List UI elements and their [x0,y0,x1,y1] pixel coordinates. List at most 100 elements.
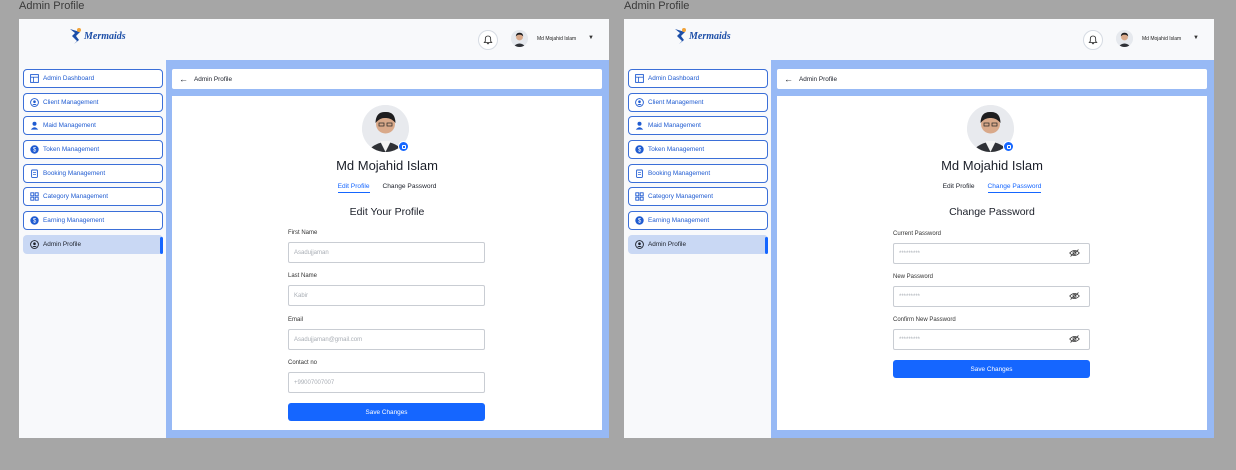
sidebar-item-client-management[interactable]: Client Management [628,92,768,112]
user-icon [635,121,644,130]
confirm-password-field[interactable]: ********* [893,329,1090,350]
top-bar: Mermaids Md Mojahid Islam ▼ [624,19,1214,60]
password-mask: ********* [899,250,921,257]
sidebar-item-label: Token Management [648,146,705,154]
last-name-field[interactable]: Kabir [288,285,485,306]
admin-icon [635,239,644,249]
main-content: ← Admin Profile Md Mojahid Islam Edit Pr… [771,60,1214,438]
frame-title: Admin Profile [19,0,85,12]
camera-icon[interactable] [398,141,409,152]
last-name-label: Last Name [288,273,318,279]
sidebar-item-label: Booking Management [43,169,106,177]
notification-bell-button[interactable] [1083,30,1103,50]
sidebar-item-category-management[interactable]: Category Management [628,187,768,207]
user-name: Md Mojahid Islam [1142,36,1182,42]
profile-card: Md Mojahid Islam Edit Profile Change Pas… [777,96,1207,430]
clipboard-icon [635,169,644,178]
sidebar-item-admin-profile[interactable]: Admin Profile [628,234,768,254]
top-bar: Mermaids Md Mojahid Islam ▼ [19,19,609,60]
notification-bell-button[interactable] [478,30,498,50]
sidebar-item-booking-management[interactable]: Booking Management [628,163,768,183]
sidebar-item-maid-management[interactable]: Maid Management [23,116,163,136]
contact-field[interactable]: +99007007007 [288,372,485,393]
user-icon [30,121,39,130]
mermaid-logo-icon [67,27,83,45]
chevron-down-icon[interactable]: ▼ [1193,35,1199,41]
logo[interactable]: Mermaids [672,26,731,46]
back-arrow-icon[interactable]: ← [784,74,793,84]
sidebar-item-booking-management[interactable]: Booking Management [23,163,163,183]
clipboard-icon [30,169,39,178]
camera-icon[interactable] [1003,141,1014,152]
sidebar-item-earning-management[interactable]: $ Earning Management [628,211,768,231]
bell-icon [1088,35,1098,45]
email-field[interactable]: Asadujjaman@gmail.com [288,329,485,350]
sidebar-item-label: Maid Management [648,122,701,130]
tab-edit-profile[interactable]: Edit Profile [337,183,370,193]
dollar-icon: $ [30,216,39,225]
sidebar: Admin Dashboard Client Management Maid M… [23,69,163,259]
avatar[interactable] [1116,30,1133,47]
profile-name: Md Mojahid Islam [336,158,438,173]
sidebar-item-label: Maid Management [43,122,96,130]
user-name: Md Mojahid Islam [537,36,577,42]
sidebar-item-label: Client Management [43,98,99,106]
edit-profile-frame: Mermaids Md Mojahid Islam ▼ Admin Dashbo… [19,19,609,438]
sidebar-item-maid-management[interactable]: Maid Management [628,116,768,136]
sidebar-item-label: Booking Management [648,169,711,177]
sidebar-item-label: Admin Profile [648,240,687,248]
tab-change-password[interactable]: Change Password [987,183,1042,193]
sidebar-item-admin-dashboard[interactable]: Admin Dashboard [23,69,163,88]
confirm-password-label: Confirm New Password [893,317,956,323]
dollar-icon: $ [30,145,39,154]
profile-tabs: Edit Profile Change Password [172,183,602,193]
breadcrumb: ← Admin Profile [172,69,602,89]
grid-icon [635,192,644,202]
back-arrow-icon[interactable]: ← [179,74,188,84]
contact-label: Contact no [288,360,318,366]
user-circle-icon [635,97,644,107]
profile-name: Md Mojahid Islam [941,158,1043,173]
avatar[interactable] [511,30,528,47]
logo[interactable]: Mermaids [67,26,126,46]
logo-text: Mermaids [84,30,126,42]
section-title: Change Password [949,206,1035,218]
new-password-field[interactable]: ********* [893,286,1090,307]
main-content: ← Admin Profile Md Mojahid Islam Edit Pr… [166,60,609,438]
sidebar-item-token-management[interactable]: $ Token Management [23,140,163,160]
breadcrumb-label: Admin Profile [799,75,838,83]
tab-change-password[interactable]: Change Password [383,183,437,193]
sidebar-item-label: Earning Management [43,217,105,225]
save-changes-button[interactable]: Save Changes [893,360,1090,378]
dollar-icon: $ [635,216,644,225]
sidebar-item-label: Client Management [648,98,704,106]
password-mask: ********* [899,293,921,300]
sidebar-item-client-management[interactable]: Client Management [23,92,163,112]
sidebar-item-earning-management[interactable]: $ Earning Management [23,211,163,231]
eye-off-icon[interactable] [1069,249,1080,259]
sidebar-item-admin-profile[interactable]: Admin Profile [23,234,163,254]
chevron-down-icon[interactable]: ▼ [588,35,594,41]
mermaid-logo-icon [672,27,688,45]
sidebar-item-category-management[interactable]: Category Management [23,187,163,207]
user-circle-icon [30,97,39,107]
eye-off-icon[interactable] [1069,292,1080,302]
current-password-field[interactable]: ********* [893,243,1090,264]
sidebar-item-token-management[interactable]: $ Token Management [628,140,768,160]
sidebar-item-label: Category Management [648,193,714,201]
tab-edit-profile[interactable]: Edit Profile [943,183,975,193]
sidebar-item-label: Admin Profile [43,240,82,248]
change-password-frame: Mermaids Md Mojahid Islam ▼ Admin Dashbo… [624,19,1214,438]
breadcrumb: ← Admin Profile [777,69,1207,89]
dollar-icon: $ [635,145,644,154]
save-changes-button[interactable]: Save Changes [288,403,485,421]
first-name-label: First Name [288,230,318,236]
section-title: Edit Your Profile [349,206,425,218]
profile-card: Md Mojahid Islam Edit Profile Change Pas… [172,96,602,430]
first-name-field[interactable]: Asadujjaman [288,242,485,263]
dashboard-icon [30,74,39,83]
sidebar-item-admin-dashboard[interactable]: Admin Dashboard [628,69,768,88]
eye-off-icon[interactable] [1069,335,1080,345]
sidebar: Admin Dashboard Client Management Maid M… [628,69,768,259]
current-password-label: Current Password [893,231,942,237]
